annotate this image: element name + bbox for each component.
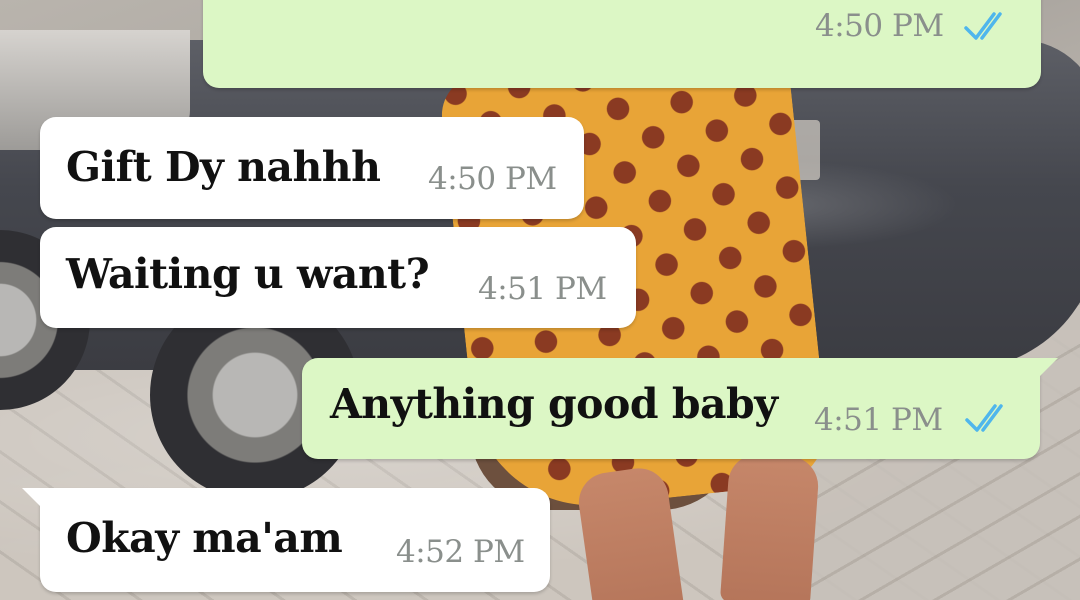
message-timestamp: 4:50 PM [428, 161, 557, 197]
message-timestamp: 4:50 PM [815, 8, 944, 44]
message-text: Gift Dy nahhh [66, 143, 381, 191]
double-check-icon [964, 12, 1002, 40]
message-timestamp: 4:51 PM [478, 271, 607, 307]
double-check-icon [965, 404, 1003, 432]
bubble-tail [22, 488, 48, 514]
message-timestamp: 4:51 PM [814, 402, 943, 438]
chat-messages: 4:50 PM Gift Dy nahhh 4:50 PM Waiting u … [0, 0, 1080, 600]
incoming-message-bubble[interactable]: Gift Dy nahhh 4:50 PM [40, 117, 584, 219]
outgoing-message-bubble[interactable]: Anything good baby 4:51 PM [302, 358, 1058, 459]
bubble-tail [1032, 358, 1058, 384]
message-text: Anything good baby [330, 380, 778, 428]
outgoing-message-bubble[interactable]: 4:50 PM [203, 0, 1041, 88]
message-timestamp: 4:52 PM [396, 534, 525, 570]
message-text: Waiting u want? [66, 250, 430, 298]
message-text: Okay ma'am [66, 514, 343, 562]
incoming-message-bubble[interactable]: Waiting u want? 4:51 PM [40, 227, 636, 328]
incoming-message-bubble[interactable]: Okay ma'am 4:52 PM [22, 488, 550, 592]
